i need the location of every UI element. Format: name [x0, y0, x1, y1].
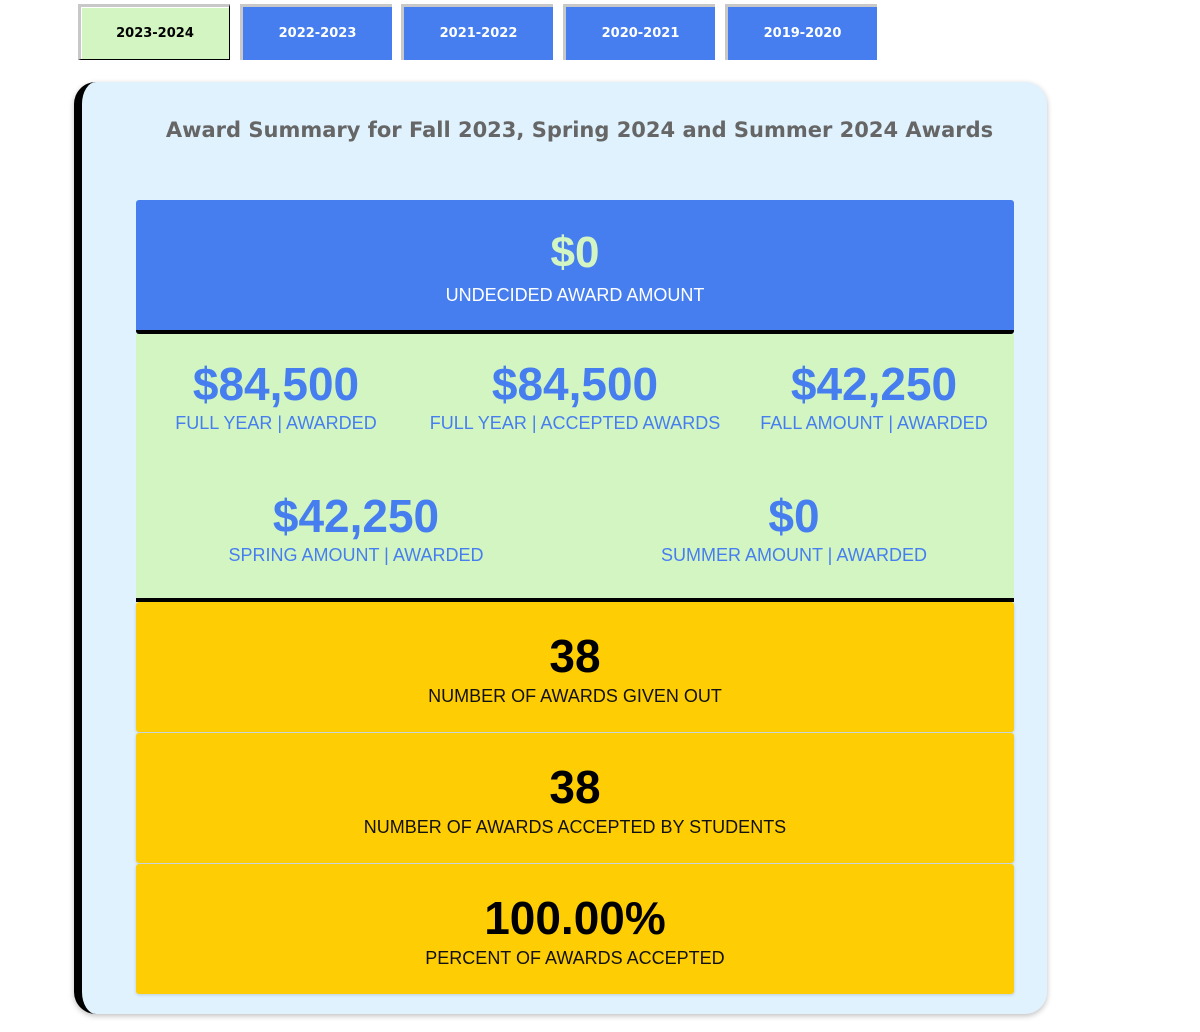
spring-amount-label: SPRING AMOUNT | AWARDED: [228, 545, 484, 565]
tab-2020-2021[interactable]: 2020-2021: [563, 4, 715, 60]
full-year-awarded-value: $84,500: [192, 358, 360, 410]
spring-amount-value: $42,250: [272, 490, 440, 542]
undecided-award-label: UNDECIDED AWARD AMOUNT: [445, 285, 705, 305]
awards-accepted-value: 38: [549, 761, 601, 813]
award-amounts-card: $84,500 FULL YEAR | AWARDED $84,500 FULL…: [136, 334, 1014, 602]
summer-amount-label: SUMMER AMOUNT | AWARDED: [660, 545, 928, 565]
percent-accepted-value: 100.00%: [484, 892, 666, 944]
tab-2021-2022[interactable]: 2021-2022: [401, 4, 553, 60]
full-year-awarded-stat: $84,500 FULL YEAR | AWARDED: [156, 358, 396, 434]
percent-accepted-label: PERCENT OF AWARDS ACCEPTED: [425, 948, 725, 968]
awards-given-value: 38: [549, 630, 601, 682]
fall-amount-value: $42,250: [790, 358, 958, 410]
fall-amount-label: FALL AMOUNT | AWARDED: [760, 413, 988, 433]
panel-title: Award Summary for Fall 2023, Spring 2024…: [165, 118, 994, 142]
awards-accepted-label: NUMBER OF AWARDS ACCEPTED BY STUDENTS: [363, 817, 787, 837]
percent-accepted-card: 100.00% PERCENT OF AWARDS ACCEPTED: [136, 864, 1014, 994]
spring-amount-stat: $42,250 SPRING AMOUNT | AWARDED: [196, 490, 516, 566]
awards-given-label: NUMBER OF AWARDS GIVEN OUT: [428, 686, 722, 706]
summer-amount-value: $0: [768, 490, 820, 542]
full-year-accepted-value: $84,500: [491, 358, 659, 410]
fall-amount-stat: $42,250 FALL AMOUNT | AWARDED: [754, 358, 994, 434]
tab-2023-2024[interactable]: 2023-2024: [78, 4, 230, 60]
tab-2019-2020[interactable]: 2019-2020: [725, 4, 877, 60]
award-summary-panel: Award Summary for Fall 2023, Spring 2024…: [74, 82, 1047, 1014]
summer-amount-stat: $0 SUMMER AMOUNT | AWARDED: [634, 490, 954, 566]
full-year-awarded-label: FULL YEAR | AWARDED: [175, 413, 377, 433]
full-year-accepted-stat: $84,500 FULL YEAR | ACCEPTED AWARDS: [416, 358, 734, 434]
tab-2022-2023[interactable]: 2022-2023: [240, 4, 392, 60]
undecided-award-value: $0: [550, 228, 600, 277]
awards-given-card: 38 NUMBER OF AWARDS GIVEN OUT: [136, 602, 1014, 732]
full-year-accepted-label: FULL YEAR | ACCEPTED AWARDS: [429, 413, 721, 433]
undecided-award-card: $0 UNDECIDED AWARD AMOUNT: [136, 200, 1014, 334]
awards-accepted-card: 38 NUMBER OF AWARDS ACCEPTED BY STUDENTS: [136, 733, 1014, 863]
